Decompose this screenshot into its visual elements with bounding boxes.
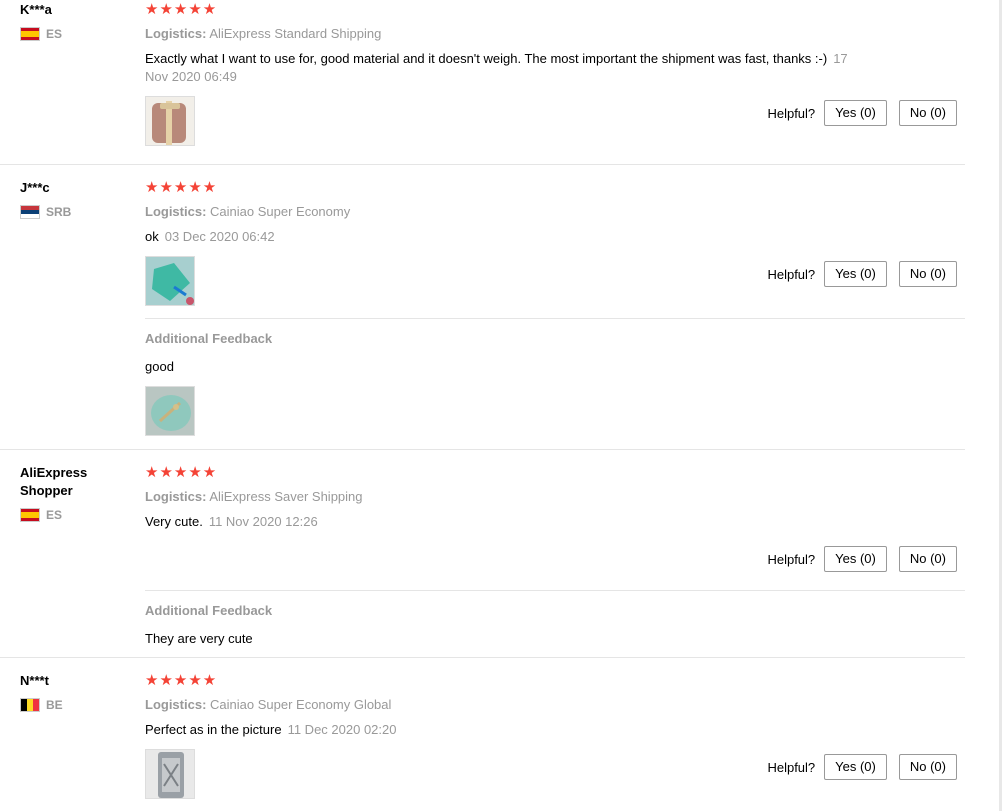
review-photo-thumbnail[interactable]: [145, 749, 195, 799]
logistics-label: Logistics:: [145, 489, 207, 504]
spain-flag-icon: [20, 27, 40, 41]
helpful-yes-button[interactable]: Yes (0): [824, 261, 887, 287]
additional-feedback-text: good: [145, 359, 174, 374]
spain-flag-icon: [20, 508, 40, 522]
photo-image-icon: [146, 257, 194, 305]
star-rating: ★★★★★: [145, 672, 218, 689]
helpful-no-button[interactable]: No (0): [898, 261, 957, 287]
additional-feedback: Additional Feedback good: [145, 318, 965, 449]
review-text-body: Perfect as in the picture: [145, 722, 282, 737]
additional-feedback-text: They are very cute: [145, 631, 253, 646]
reviewer-info: N***t BE: [20, 672, 130, 712]
helpful-label: Helpful?: [767, 759, 816, 775]
logistics-info: Logistics: Cainiao Super Economy Global: [145, 696, 965, 714]
reviewer-info: AliExpress Shopper ES: [20, 464, 130, 522]
additional-photo-thumbnail[interactable]: [145, 386, 195, 436]
helpful-vote: Helpful? Yes (0) No (0): [767, 546, 957, 572]
review-text: Perfect as in the picture 11 Dec 2020 02:…: [145, 721, 865, 739]
reviewer-country: ES: [20, 27, 130, 41]
reviewer-info: K***a ES: [20, 1, 130, 41]
review-text-body: Exactly what I want to use for, good mat…: [145, 51, 828, 66]
helpful-no-button[interactable]: No (0): [898, 100, 957, 126]
reviewer-name: J***c: [20, 180, 50, 195]
country-code: ES: [46, 508, 63, 522]
helpful-label: Helpful?: [767, 105, 816, 121]
logistics-label: Logistics:: [145, 204, 207, 219]
review-photo-thumbnail[interactable]: [145, 256, 195, 306]
country-code: SRB: [46, 205, 72, 219]
reviewer-country: BE: [20, 698, 130, 712]
star-rating: ★★★★★: [145, 1, 218, 18]
review-text: ok 03 Dec 2020 06:42: [145, 228, 865, 246]
review-date: 11 Nov 2020 12:26: [208, 514, 318, 529]
reviewer-name: K***a: [20, 2, 52, 17]
star-rating: ★★★★★: [145, 179, 218, 196]
helpful-vote: Helpful? Yes (0) No (0): [767, 261, 957, 287]
logistics-info: Logistics: Cainiao Super Economy: [145, 203, 965, 221]
photo-image-icon: [146, 750, 194, 798]
review-item: AliExpress Shopper ES ★★★★★ Logistics: A…: [0, 450, 965, 658]
country-code: BE: [46, 698, 63, 712]
additional-feedback-title: Additional Feedback: [145, 331, 273, 346]
belgium-flag-icon: [20, 698, 40, 712]
review-item: K***a ES ★★★★★ Logistics: AliExpress Sta…: [0, 0, 965, 165]
serbia-flag-icon: [20, 205, 40, 219]
country-code: ES: [46, 27, 63, 41]
review-item: N***t BE ★★★★★ Logistics: Cainiao Super …: [0, 658, 965, 811]
helpful-label: Helpful?: [767, 266, 816, 282]
reviewer-info: J***c SRB: [20, 179, 130, 219]
helpful-vote: Helpful? Yes (0) No (0): [767, 100, 957, 126]
reviewer-country: ES: [20, 508, 130, 522]
additional-feedback: Additional Feedback They are very cute: [145, 590, 965, 657]
logistics-info: Logistics: AliExpress Saver Shipping: [145, 488, 965, 506]
logistics-label: Logistics:: [145, 697, 207, 712]
logistics-info: Logistics: AliExpress Standard Shipping: [145, 25, 965, 43]
helpful-yes-button[interactable]: Yes (0): [824, 754, 887, 780]
star-rating: ★★★★★: [145, 464, 218, 481]
review-date: 03 Dec 2020 06:42: [164, 229, 275, 244]
helpful-yes-button[interactable]: Yes (0): [824, 546, 887, 572]
logistics-method: Cainiao Super Economy: [210, 204, 351, 219]
logistics-method: Cainiao Super Economy Global: [210, 697, 392, 712]
review-item: J***c SRB ★★★★★ Logistics: Cainiao Super…: [0, 165, 965, 450]
review-text: Exactly what I want to use for, good mat…: [145, 50, 865, 86]
review-text: Very cute. 11 Nov 2020 12:26: [145, 513, 865, 531]
logistics-method: AliExpress Saver Shipping: [209, 489, 363, 504]
additional-photos: [145, 386, 965, 436]
helpful-no-button[interactable]: No (0): [898, 546, 957, 572]
helpful-label: Helpful?: [767, 551, 816, 567]
review-date: 11 Dec 2020 02:20: [287, 722, 397, 737]
review-text-body: ok: [145, 229, 159, 244]
review-text-body: Very cute.: [145, 514, 203, 529]
photo-image-icon: [146, 97, 194, 145]
reviewer-country: SRB: [20, 205, 130, 219]
photo-image-icon: [146, 387, 194, 435]
logistics-label: Logistics:: [145, 26, 207, 41]
reviewer-name: N***t: [20, 673, 49, 688]
review-content: ★★★★★ Logistics: AliExpress Saver Shippi…: [145, 464, 965, 531]
logistics-method: AliExpress Standard Shipping: [209, 26, 382, 41]
reviewer-name: AliExpress Shopper: [20, 465, 88, 498]
additional-feedback-title: Additional Feedback: [145, 603, 273, 618]
helpful-no-button[interactable]: No (0): [898, 754, 957, 780]
review-photo-thumbnail[interactable]: [145, 96, 195, 146]
helpful-vote: Helpful? Yes (0) No (0): [767, 754, 957, 780]
helpful-yes-button[interactable]: Yes (0): [824, 100, 887, 126]
